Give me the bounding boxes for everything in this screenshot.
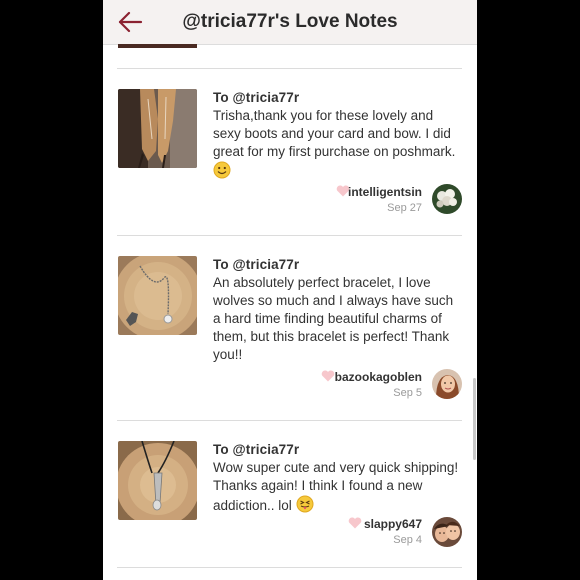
listing-thumbnail[interactable] — [118, 441, 197, 520]
previous-note-thumbnail[interactable] — [118, 44, 197, 48]
heart-icon — [321, 370, 335, 382]
note-recipient: To @tricia77r — [213, 90, 300, 105]
avatar[interactable] — [432, 517, 462, 547]
avatar[interactable] — [432, 369, 462, 399]
divider — [117, 68, 462, 69]
divider — [117, 420, 462, 421]
header-bar: @tricia77r's Love Notes — [103, 0, 477, 45]
listing-thumbnail[interactable] — [118, 89, 197, 168]
app-screen: @tricia77r's Love Notes To @tricia77r Tr… — [103, 0, 477, 580]
note-date: Sep 27 — [387, 202, 422, 214]
sender-username[interactable]: bazookagoblen — [335, 370, 422, 384]
note-date: Sep 4 — [393, 534, 422, 546]
smile-emoji-icon — [213, 161, 231, 184]
sender-username[interactable]: intelligentsin — [348, 185, 422, 199]
avatar[interactable] — [432, 184, 462, 214]
sender-username[interactable]: slappy647 — [364, 517, 422, 531]
listing-thumbnail[interactable] — [118, 256, 197, 335]
tongue-out-emoji-icon — [296, 495, 314, 518]
note-recipient: To @tricia77r — [213, 257, 300, 272]
page-title: @tricia77r's Love Notes — [182, 11, 398, 32]
note-date: Sep 5 — [393, 387, 422, 399]
divider — [117, 567, 462, 568]
divider — [117, 235, 462, 236]
scrollbar[interactable] — [473, 378, 476, 460]
note-message: Wow super cute and very quick shipping! … — [213, 459, 463, 518]
heart-icon — [348, 517, 362, 529]
note-recipient: To @tricia77r — [213, 442, 300, 457]
note-message: Trisha,thank you for these lovely and se… — [213, 107, 463, 184]
note-message: An absolutely perfect bracelet, I love w… — [213, 275, 454, 362]
